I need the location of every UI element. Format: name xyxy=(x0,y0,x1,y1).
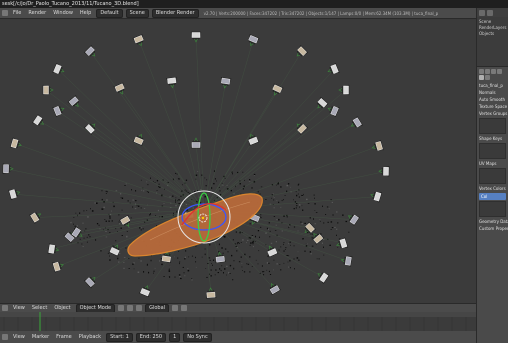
menu-file[interactable]: File xyxy=(11,10,23,16)
editor-type-icon[interactable] xyxy=(2,305,8,311)
end-frame-field[interactable]: End: 250 xyxy=(135,332,167,342)
timeline-ticks xyxy=(3,312,467,331)
3d-viewport[interactable] xyxy=(0,20,476,303)
start-frame-field[interactable]: Start: 1 xyxy=(106,332,133,342)
mode-dropdown[interactable]: Object Mode xyxy=(75,304,116,312)
vertex-groups-list[interactable] xyxy=(479,118,506,134)
menu-window[interactable]: Window xyxy=(51,10,75,16)
outliner: Scene RenderLayers Objects xyxy=(477,17,508,67)
object-tab-icon[interactable] xyxy=(497,69,502,74)
scene-stats: v2.70 | Verts:200000 | Faces:347202 | Tr… xyxy=(203,10,439,16)
timeline[interactable] xyxy=(0,312,476,331)
outliner-header xyxy=(477,8,508,17)
menu-playback[interactable]: Playback xyxy=(77,334,103,340)
editor-type-icon-timeline[interactable] xyxy=(2,334,8,340)
orientation-dropdown[interactable]: Global xyxy=(145,304,170,312)
layout-dropdown[interactable]: Default xyxy=(96,8,123,18)
panel-normals[interactable]: Normals xyxy=(477,89,508,96)
right-panel: Scene RenderLayers Objects tuca_final_p … xyxy=(476,8,508,343)
vertex-colors-list[interactable] xyxy=(479,201,506,217)
scene-tab-icon[interactable] xyxy=(485,69,490,74)
view-icon[interactable] xyxy=(479,9,485,16)
vertex-color-item[interactable]: Col xyxy=(479,193,506,200)
window-title: sesk[/c/jo/Dr_Paolo_Tucano_2013/11/Tucan… xyxy=(0,0,508,8)
snap-icon[interactable] xyxy=(181,305,188,311)
outliner-item-objects[interactable]: Objects xyxy=(479,31,506,37)
menu-view-timeline[interactable]: View xyxy=(11,334,27,340)
render-engine-dropdown[interactable]: Blender Render xyxy=(151,8,199,18)
viewport-shading-icon[interactable] xyxy=(118,305,125,311)
panel-shape-keys[interactable]: Shape Keys xyxy=(477,135,508,142)
timeline-ruler[interactable] xyxy=(0,312,476,331)
menu-help[interactable]: Help xyxy=(78,10,93,16)
scene-dropdown[interactable]: Scene xyxy=(125,8,149,18)
shape-keys-list[interactable] xyxy=(479,143,506,159)
object-name-field[interactable]: tuca_final_p xyxy=(477,82,508,89)
panel-vertex-colors[interactable]: Vertex Colors xyxy=(477,185,508,192)
menu-frame[interactable]: Frame xyxy=(54,334,74,340)
panel-custom-properties[interactable]: Custom Properties xyxy=(477,225,508,232)
panel-uv-maps[interactable]: UV Maps xyxy=(477,160,508,167)
panel-geometry-data[interactable]: Geometry Data xyxy=(477,218,508,225)
mesh-data-tab-icon[interactable] xyxy=(479,75,484,80)
manipulator-icon[interactable] xyxy=(136,305,143,311)
menu-view[interactable]: View xyxy=(11,305,27,311)
menu-marker[interactable]: Marker xyxy=(30,334,51,340)
viewport-scene xyxy=(0,20,476,303)
current-frame-field[interactable]: 1 xyxy=(169,332,181,342)
panel-vertex-groups[interactable]: Vertex Groups xyxy=(477,110,508,117)
world-tab-icon[interactable] xyxy=(491,69,496,74)
search-icon[interactable] xyxy=(487,9,493,16)
timeline-footer: View Marker Frame Playback Start: 1 End:… xyxy=(0,331,476,343)
material-tab-icon[interactable] xyxy=(485,75,490,80)
panel-texture-space[interactable]: Texture Space xyxy=(477,103,508,110)
properties-tabs xyxy=(477,67,508,82)
menu-object[interactable]: Object xyxy=(52,305,72,311)
render-tab-icon[interactable] xyxy=(479,69,484,74)
blender-icon[interactable] xyxy=(2,10,8,16)
sync-dropdown[interactable]: No Sync xyxy=(183,332,212,342)
auto-smooth-checkbox[interactable]: Auto Smooth xyxy=(477,96,508,103)
pivot-icon[interactable] xyxy=(127,305,134,311)
menu-select[interactable]: Select xyxy=(30,305,49,311)
layers-icon[interactable] xyxy=(172,305,179,311)
view3d-header: View Select Object Object Mode Global xyxy=(0,303,476,312)
menu-render[interactable]: Render xyxy=(26,10,48,16)
info-header: File Render Window Help Default Scene Bl… xyxy=(0,8,476,19)
uv-maps-list[interactable] xyxy=(479,168,506,184)
